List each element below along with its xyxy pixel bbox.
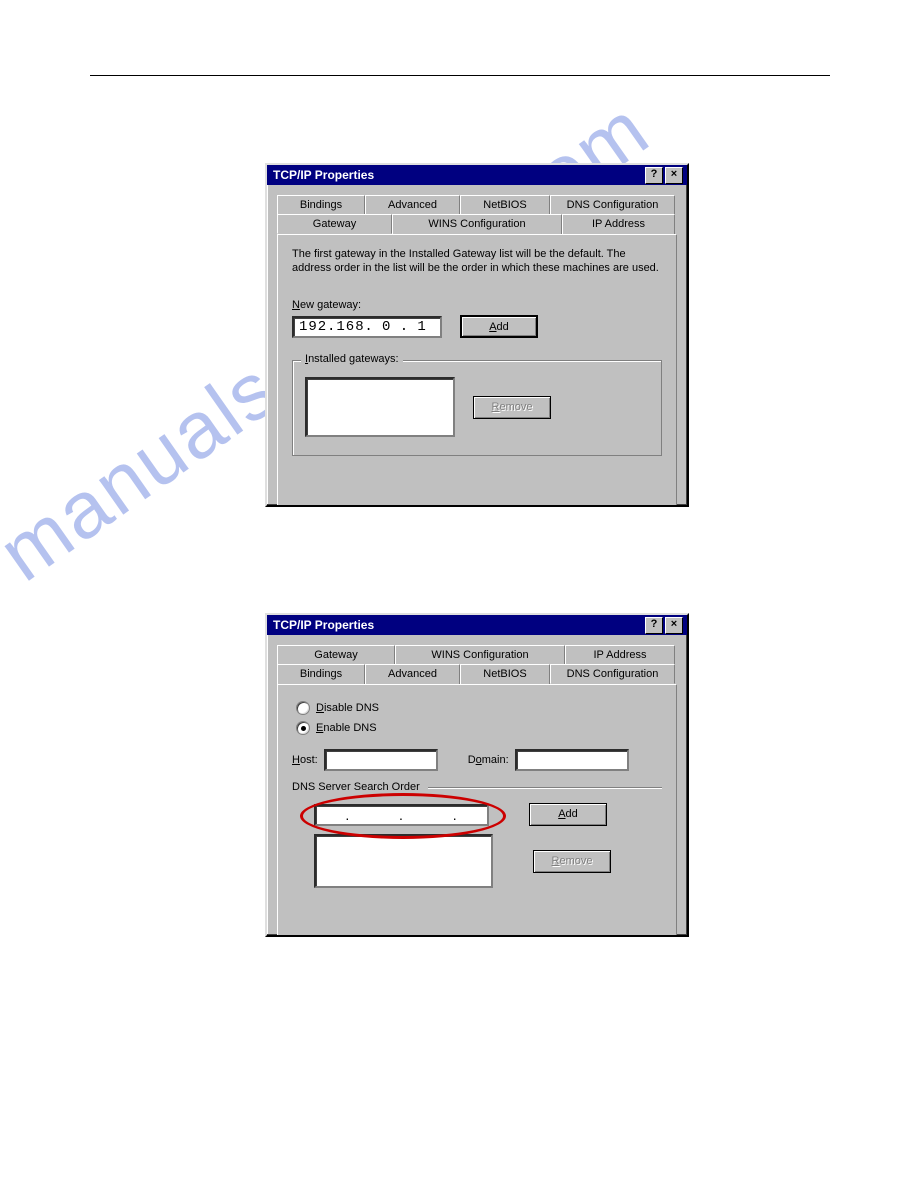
tab-panel-dns: Disable DNS Enable DNS Host: Domain: DNS… (277, 684, 677, 937)
tab-row-front: Bindings Advanced NetBIOS DNS Configurat… (277, 664, 677, 684)
domain-label: Domain: (468, 754, 509, 766)
close-button[interactable]: × (665, 167, 683, 184)
window-title: TCP/IP Properties (273, 165, 645, 185)
ip-dot: . (364, 319, 373, 335)
tab-row-back: Gateway WINS Configuration IP Address (277, 643, 677, 664)
radio-enable-dns[interactable]: Enable DNS (296, 721, 662, 735)
installed-gateways-label: Installed gateways: (301, 353, 403, 365)
remove-gateway-button: Remove (473, 396, 551, 419)
domain-input[interactable] (515, 749, 629, 771)
host-label: Host: (292, 754, 318, 766)
ip-octet-2[interactable]: 168 (336, 319, 364, 335)
radio-disable-dns[interactable]: Disable DNS (296, 701, 662, 715)
tab-advanced[interactable]: Advanced (365, 664, 460, 684)
host-input[interactable] (324, 749, 438, 771)
add-dns-button[interactable]: Add (529, 803, 607, 826)
radio-dot-icon (301, 726, 306, 731)
tab-netbios[interactable]: NetBIOS (460, 664, 550, 684)
radio-icon (296, 701, 310, 715)
tab-row-front: Gateway WINS Configuration IP Address (277, 214, 677, 234)
tab-row-back: Bindings Advanced NetBIOS DNS Configurat… (277, 193, 677, 214)
radio-label: Enable DNS (316, 722, 377, 734)
tab-bindings[interactable]: Bindings (277, 664, 365, 684)
installed-gateways-group: Installed gateways: Remove (292, 360, 662, 456)
dns-order-label: DNS Server Search Order (292, 781, 420, 793)
tcpip-dialog-dns: TCP/IP Properties ? × Gateway WINS Confi… (265, 613, 689, 937)
ip-dot: . (400, 319, 409, 335)
close-button[interactable]: × (665, 617, 683, 634)
ip-dot: . (453, 807, 458, 823)
tab-panel-gateway: The first gateway in the Installed Gatew… (277, 234, 677, 507)
remove-dns-button: Remove (533, 850, 611, 873)
tab-ip-address[interactable]: IP Address (562, 214, 675, 234)
titlebar[interactable]: TCP/IP Properties ? × (267, 615, 687, 635)
tab-area: Gateway WINS Configuration IP Address Bi… (267, 635, 687, 937)
tab-wins-configuration[interactable]: WINS Configuration (395, 645, 565, 664)
tab-dns-configuration[interactable]: DNS Configuration (550, 664, 675, 684)
new-gateway-label: New gateway: (292, 299, 662, 311)
ip-octet-3[interactable]: 0 (374, 319, 400, 335)
help-button[interactable]: ? (645, 167, 663, 184)
dns-server-list[interactable] (314, 834, 493, 888)
tab-bindings[interactable]: Bindings (277, 195, 365, 214)
tab-advanced[interactable]: Advanced (365, 195, 460, 214)
installed-gateways-list[interactable] (305, 377, 455, 437)
ip-dot: . (399, 807, 404, 823)
radio-label: Disable DNS (316, 702, 379, 714)
section-divider (428, 787, 662, 788)
tab-netbios[interactable]: NetBIOS (460, 195, 550, 214)
tab-dns-configuration[interactable]: DNS Configuration (550, 195, 675, 214)
window-title: TCP/IP Properties (273, 615, 645, 635)
ip-dot: . (345, 807, 350, 823)
tab-wins-configuration[interactable]: WINS Configuration (392, 214, 562, 234)
tab-gateway[interactable]: Gateway (277, 214, 392, 234)
tcpip-dialog-gateway: TCP/IP Properties ? × Bindings Advanced … (265, 163, 689, 507)
ip-octet-4[interactable]: 1 (409, 319, 435, 335)
gateway-description: The first gateway in the Installed Gatew… (292, 247, 662, 275)
radio-icon (296, 721, 310, 735)
ip-dot: . (327, 319, 336, 335)
titlebar[interactable]: TCP/IP Properties ? × (267, 165, 687, 185)
ip-octet-1[interactable]: 192 (299, 319, 327, 335)
dns-ip-input[interactable]: . . . (314, 804, 489, 826)
tab-ip-address[interactable]: IP Address (565, 645, 675, 664)
new-gateway-input[interactable]: 192 . 168 . 0 . 1 (292, 316, 442, 338)
add-gateway-button[interactable]: Add (460, 315, 538, 338)
tab-gateway[interactable]: Gateway (277, 645, 395, 664)
tab-area: Bindings Advanced NetBIOS DNS Configurat… (267, 185, 687, 507)
page-divider (90, 75, 830, 76)
help-button[interactable]: ? (645, 617, 663, 634)
